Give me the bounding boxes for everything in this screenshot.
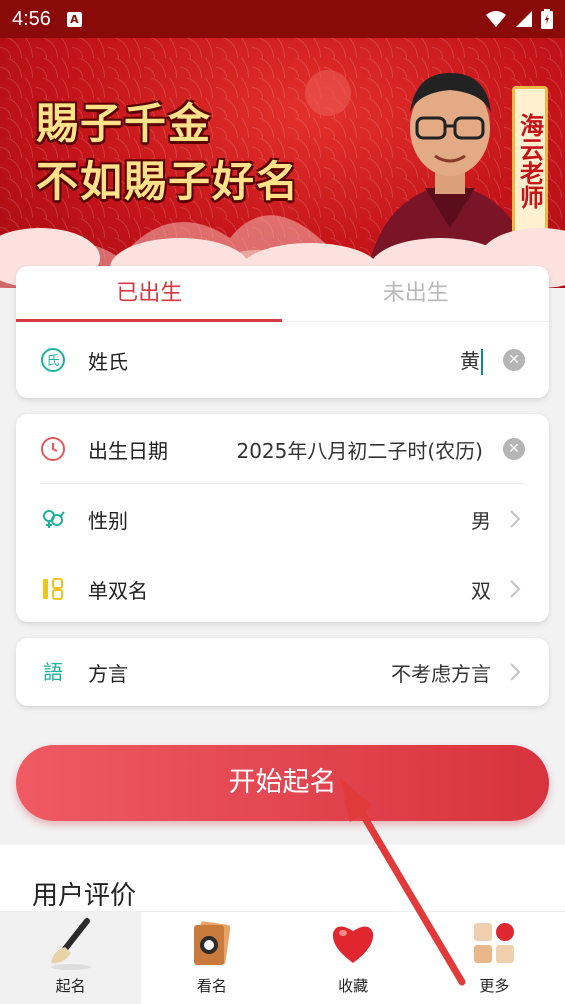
- birth-date-row[interactable]: 出生日期 2025年八月初二子时(农历) ✕: [16, 414, 549, 484]
- chevron-right-icon: [509, 509, 525, 529]
- svg-text:語: 語: [43, 660, 63, 684]
- text-cursor: [481, 349, 483, 376]
- clear-date-icon[interactable]: ✕: [503, 438, 525, 460]
- bottom-nav: 起名 看名 收藏 更多: [0, 911, 565, 1004]
- clear-surname-icon[interactable]: ✕: [503, 349, 525, 371]
- svg-text:氏: 氏: [46, 354, 59, 369]
- gender-label: 性别: [88, 508, 128, 533]
- nav-item-favorites[interactable]: 收藏: [283, 912, 424, 1004]
- single-double-name-icon: [40, 576, 66, 602]
- status-time: 4:56: [12, 7, 51, 30]
- tab-born[interactable]: 已出生: [16, 266, 283, 321]
- brush-icon: [41, 915, 101, 971]
- nav-label-more: 更多: [479, 977, 510, 995]
- surname-icon: 氏: [40, 347, 66, 373]
- nav-label-favorites: 收藏: [338, 977, 369, 995]
- teacher-name-tag: 海云老师: [512, 86, 548, 236]
- nav-item-naming[interactable]: 起名: [0, 912, 142, 1004]
- slogan-line-1: 賜子千金: [36, 99, 213, 148]
- dialect-label: 方言: [88, 661, 128, 686]
- scroll-icon: [182, 915, 242, 971]
- tab-unborn[interactable]: 未出生: [283, 266, 550, 321]
- grid-icon: [464, 915, 524, 971]
- gender-value: 男: [471, 508, 491, 533]
- gender-icon: [40, 506, 66, 532]
- name-length-label: 单双名: [88, 578, 148, 603]
- surname-input[interactable]: 黄: [460, 345, 483, 376]
- sun-decoration: [305, 70, 351, 116]
- surname-card: 已出生 未出生 氏 姓氏 黄 ✕: [16, 266, 549, 398]
- birth-date-label: 出生日期: [88, 438, 168, 463]
- chevron-right-icon: [509, 662, 525, 682]
- reviews-title: 用户评价: [32, 881, 137, 911]
- dialect-icon: 語: [40, 659, 66, 685]
- surname-row[interactable]: 氏 姓氏 黄 ✕: [16, 322, 549, 398]
- birth-status-tabs: 已出生 未出生: [16, 266, 549, 322]
- name-length-value: 双: [471, 578, 491, 603]
- clock-icon: [40, 436, 66, 462]
- dialect-row[interactable]: 語 方言 不考虑方言: [16, 638, 549, 706]
- heart-icon: [323, 915, 383, 971]
- wifi-icon: [486, 11, 506, 27]
- gender-row[interactable]: 性别 男: [16, 484, 549, 554]
- reviews-section: 用户评价: [0, 845, 565, 915]
- dialect-card: 語 方言 不考虑方言: [16, 638, 549, 706]
- chevron-right-icon: [509, 579, 525, 599]
- status-bar: 4:56 A: [0, 0, 565, 38]
- status-icons: [485, 9, 553, 29]
- hero-banner: 賜子千金 不如賜子好名 海云老师: [0, 38, 565, 288]
- birth-date-value: 2025年八月初二子时(农历): [236, 438, 483, 463]
- surname-value: 黄: [460, 348, 480, 373]
- nav-label-view-name: 看名: [196, 977, 227, 995]
- battery-icon: [541, 9, 553, 29]
- surname-label: 姓氏: [88, 349, 128, 374]
- nav-item-view-name[interactable]: 看名: [141, 912, 282, 1004]
- start-naming-button[interactable]: 开始起名: [16, 745, 549, 821]
- details-card: 出生日期 2025年八月初二子时(农历) ✕ 性别 男 单双名 双: [16, 414, 549, 622]
- nav-label-naming: 起名: [55, 977, 86, 995]
- name-length-row[interactable]: 单双名 双: [16, 554, 549, 624]
- slogan-line-2: 不如賜子好名: [36, 157, 301, 206]
- notification-a-icon: A: [66, 11, 82, 27]
- signal-icon: [516, 11, 532, 27]
- dialect-value: 不考虑方言: [391, 661, 491, 686]
- nav-item-more[interactable]: 更多: [424, 912, 565, 1004]
